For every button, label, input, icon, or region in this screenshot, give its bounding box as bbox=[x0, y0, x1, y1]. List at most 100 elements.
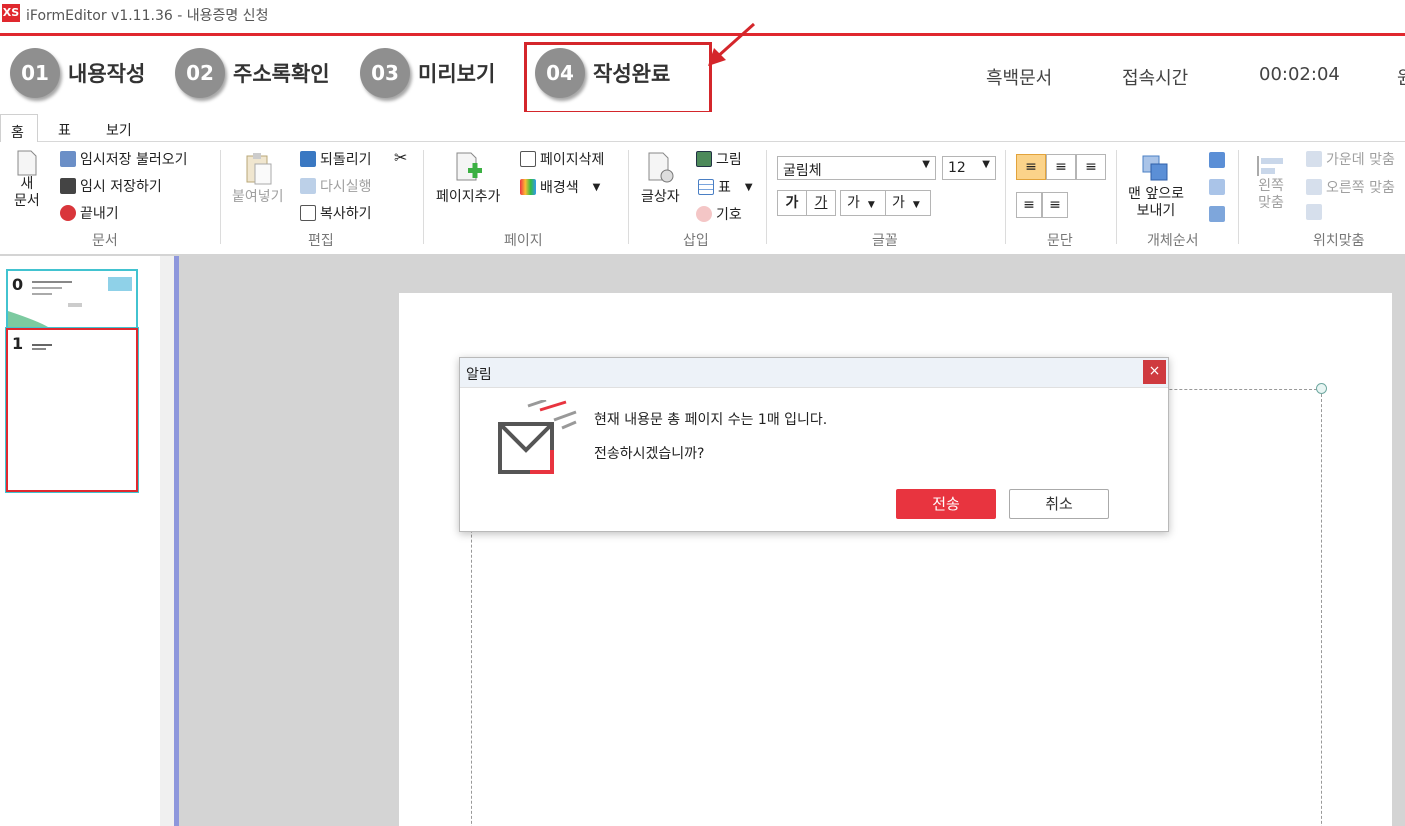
align-objects-left-button[interactable]: 왼쪽 맞춤 bbox=[1255, 154, 1287, 212]
align-center-button[interactable]: ≡ bbox=[1046, 154, 1076, 180]
undo-button[interactable]: 되돌리기 bbox=[300, 149, 372, 169]
redo-button[interactable]: 다시실행 bbox=[300, 176, 372, 196]
line-spacing-button[interactable]: ≡ bbox=[1016, 192, 1042, 218]
ribbon-separator bbox=[628, 150, 629, 244]
tab-home[interactable]: 홈 bbox=[0, 114, 38, 143]
delete-page-button[interactable]: 페이지삭제 bbox=[520, 149, 604, 169]
load-icon bbox=[60, 151, 76, 167]
highlight-color-button[interactable]: 가 ▼ bbox=[885, 190, 931, 216]
textbox-button[interactable]: 글상자 bbox=[641, 152, 680, 206]
send-to-back-icon bbox=[1209, 206, 1225, 222]
vertical-scrollbar[interactable] bbox=[160, 256, 174, 826]
align-left-button[interactable]: ≡ bbox=[1016, 154, 1046, 180]
bring-to-front-icon bbox=[1142, 155, 1168, 181]
bg-color-button[interactable]: 배경색 ▼ bbox=[520, 177, 600, 197]
align-objects-right-button[interactable]: 오른쪽 맞춤 bbox=[1306, 177, 1395, 197]
ribbon-separator bbox=[1116, 150, 1117, 244]
font-color-button[interactable]: 가 ▼ bbox=[840, 190, 886, 216]
panel-splitter[interactable] bbox=[174, 256, 179, 826]
align-objects-left-label: 왼쪽 맞춤 bbox=[1258, 178, 1284, 211]
annotation-highlight-box bbox=[524, 42, 712, 114]
cut-icon[interactable]: ✂ bbox=[394, 148, 407, 167]
color-mode-label[interactable]: 흑백문서 bbox=[986, 64, 1052, 90]
paragraph-spacing-button[interactable]: ≡ bbox=[1042, 192, 1068, 218]
step-label: 내용작성 bbox=[68, 62, 146, 86]
group-label-insert: 삽입 bbox=[683, 233, 709, 249]
bring-forward-icon bbox=[1209, 152, 1225, 168]
font-family-select[interactable]: 굴림체 ▼ bbox=[777, 156, 936, 180]
step-number: 02 bbox=[175, 48, 225, 98]
align-objects-center-label: 가운데 맞춤 bbox=[1326, 152, 1395, 168]
align-objects-top-icon bbox=[1306, 204, 1322, 220]
ribbon: 새 문서 임시저장 불러오기 임시 저장하기 끝내기 문서 붙여넣기 되돌리기 … bbox=[0, 142, 1405, 255]
align-right-icon: ≡ bbox=[1085, 159, 1097, 175]
image-icon bbox=[696, 151, 712, 167]
page-thumbnail-panel: 0 1 bbox=[0, 256, 160, 826]
step-number: 03 bbox=[360, 48, 410, 98]
copy-button[interactable]: 복사하기 bbox=[300, 203, 372, 223]
font-size-select[interactable]: 12 ▼ bbox=[942, 156, 996, 180]
align-objects-top-button[interactable] bbox=[1306, 204, 1326, 220]
align-right-button[interactable]: ≡ bbox=[1076, 154, 1106, 180]
bring-forward-button[interactable] bbox=[1209, 152, 1229, 168]
align-objects-center-button[interactable]: 가운데 맞춤 bbox=[1306, 149, 1395, 169]
load-temp-button[interactable]: 임시저장 불러오기 bbox=[60, 149, 188, 169]
font-family-value: 굴림체 bbox=[783, 163, 822, 179]
exit-icon bbox=[60, 205, 76, 221]
send-to-back-button[interactable] bbox=[1209, 206, 1229, 222]
image-button[interactable]: 그림 bbox=[696, 149, 742, 169]
send-backward-button[interactable] bbox=[1209, 179, 1229, 195]
dropdown-caret-icon: ▼ bbox=[592, 181, 601, 193]
align-objects-right-label: 오른쪽 맞춤 bbox=[1326, 180, 1395, 196]
dialog-close-button[interactable]: × bbox=[1143, 360, 1166, 384]
tab-view[interactable]: 보기 bbox=[106, 120, 132, 140]
page-thumbnail-0[interactable]: 0 bbox=[6, 269, 138, 329]
bg-color-label: 배경색 bbox=[540, 180, 579, 196]
step-label: 미리보기 bbox=[418, 62, 496, 86]
underline-button[interactable]: 가 bbox=[806, 190, 836, 216]
bold-button[interactable]: 가 bbox=[777, 190, 807, 216]
dropdown-caret-icon: ▼ bbox=[922, 159, 930, 170]
step-number: 01 bbox=[10, 48, 60, 98]
bring-to-front-button[interactable]: 맨 앞으로 보내기 bbox=[1128, 152, 1184, 220]
save-temp-button[interactable]: 임시 저장하기 bbox=[60, 176, 162, 196]
cancel-button[interactable]: 취소 bbox=[1009, 489, 1109, 519]
ribbon-separator bbox=[1005, 150, 1006, 244]
envelope-send-icon bbox=[498, 400, 577, 474]
palette-icon bbox=[520, 179, 536, 195]
session-time-label: 접속시간 bbox=[1122, 68, 1189, 89]
paste-button[interactable]: 붙여넣기 bbox=[232, 152, 284, 206]
exit-button[interactable]: 끝내기 bbox=[60, 203, 119, 223]
symbol-button[interactable]: 기호 bbox=[696, 204, 742, 224]
ribbon-separator bbox=[1238, 150, 1239, 244]
step-1[interactable]: 01 내용작성 bbox=[10, 48, 145, 98]
add-page-button[interactable]: 페이지추가 bbox=[436, 152, 500, 206]
step-3[interactable]: 03 미리보기 bbox=[360, 48, 495, 98]
new-document-label: 새 문서 bbox=[14, 176, 40, 209]
table-button[interactable]: 표 ▼ bbox=[698, 177, 753, 197]
tab-table[interactable]: 표 bbox=[58, 120, 71, 140]
new-document-button[interactable]: 새 문서 bbox=[14, 150, 40, 210]
save-icon bbox=[60, 178, 76, 194]
add-page-icon bbox=[456, 152, 483, 181]
align-center-icon: ≡ bbox=[1055, 159, 1067, 175]
send-button[interactable]: 전송 bbox=[896, 489, 996, 519]
delete-page-icon bbox=[520, 151, 536, 167]
confirm-dialog: 알림 × 현재 내용문 총 페이지 수는 1매 입니다. 전송하시겠습니까? 전… bbox=[459, 357, 1169, 532]
group-label-position: 위치맞춤 bbox=[1313, 233, 1365, 249]
align-left-icon: ≡ bbox=[1025, 159, 1037, 175]
step-2[interactable]: 02 주소록확인 bbox=[175, 48, 330, 98]
group-label-paragraph: 문단 bbox=[1047, 233, 1073, 249]
session-time-value: 00:02:04 bbox=[1259, 64, 1340, 85]
paste-label: 붙여넣기 bbox=[232, 189, 284, 205]
page-thumbnail-1[interactable]: 1 bbox=[5, 327, 139, 493]
send-backward-icon bbox=[1209, 179, 1225, 195]
undo-label: 되돌리기 bbox=[320, 152, 372, 168]
align-objects-left-icon bbox=[1257, 156, 1283, 176]
textbox-icon bbox=[648, 152, 674, 183]
window-title: iFormEditor v1.11.36 - 내용증명 신청 bbox=[26, 8, 269, 24]
resize-handle[interactable] bbox=[1316, 383, 1327, 394]
annotation-arrow-icon bbox=[708, 22, 756, 66]
ribbon-separator bbox=[766, 150, 767, 244]
dropdown-caret-icon: ▼ bbox=[744, 181, 753, 193]
